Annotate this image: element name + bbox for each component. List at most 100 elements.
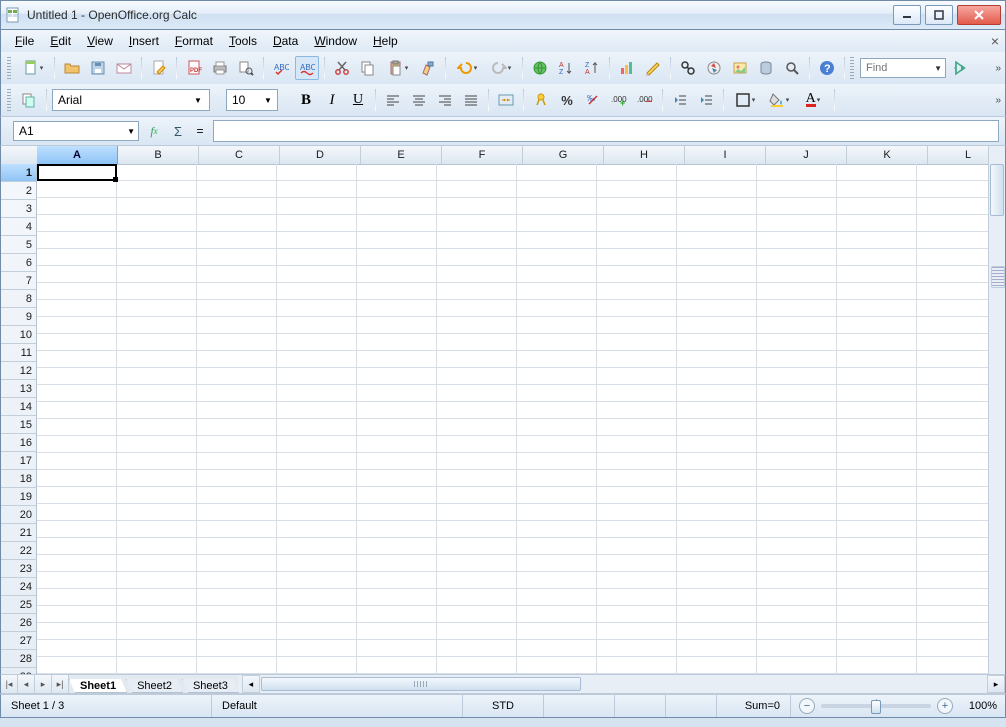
column-header[interactable]: I	[685, 146, 766, 164]
formula-input[interactable]	[213, 120, 999, 142]
tab-next-button[interactable]: ▸	[35, 675, 52, 693]
print-preview-button[interactable]	[234, 56, 258, 80]
chart-button[interactable]	[615, 56, 639, 80]
status-insert-mode[interactable]: STD	[463, 695, 544, 717]
row-header[interactable]: 20	[1, 506, 37, 524]
zoom-slider-knob[interactable]	[871, 700, 881, 714]
column-header[interactable]: G	[523, 146, 604, 164]
open-button[interactable]	[60, 56, 84, 80]
column-header[interactable]: D	[280, 146, 361, 164]
edit-file-button[interactable]	[147, 56, 171, 80]
undo-button[interactable]	[451, 56, 483, 80]
horizontal-scrollbar[interactable]: ◂ ▸	[242, 675, 1005, 693]
row-header[interactable]: 13	[1, 380, 37, 398]
menu-window[interactable]: Window	[306, 32, 365, 50]
sheet-tab[interactable]: Sheet3	[182, 679, 239, 693]
find-toolbar-input[interactable]: ▼	[860, 58, 946, 78]
document-close-icon[interactable]: ×	[991, 33, 999, 49]
menu-help[interactable]: Help	[365, 32, 406, 50]
scroll-marker[interactable]	[991, 266, 1005, 288]
format-paintbrush-button[interactable]	[416, 56, 440, 80]
toolbar-handle[interactable]	[7, 57, 11, 79]
save-button[interactable]	[86, 56, 110, 80]
cell-reference-input[interactable]	[17, 123, 115, 139]
maximize-button[interactable]	[925, 5, 953, 25]
scroll-track[interactable]	[261, 677, 986, 691]
zoom-slider[interactable]	[821, 704, 931, 708]
row-header[interactable]: 26	[1, 614, 37, 632]
status-selection-mode[interactable]	[544, 695, 615, 717]
row-header[interactable]: 23	[1, 560, 37, 578]
vertical-scrollbar[interactable]	[988, 146, 1005, 674]
toolbar-handle[interactable]	[850, 57, 854, 79]
italic-button[interactable]: I	[320, 88, 344, 112]
row-header[interactable]: 3	[1, 200, 37, 218]
underline-button[interactable]: U	[346, 88, 370, 112]
row-header[interactable]: 18	[1, 470, 37, 488]
find-replace-button[interactable]	[676, 56, 700, 80]
row-header[interactable]: 16	[1, 434, 37, 452]
row-header[interactable]: 8	[1, 290, 37, 308]
row-header[interactable]: 12	[1, 362, 37, 380]
increase-indent-button[interactable]	[694, 88, 718, 112]
auto-spellcheck-button[interactable]: ABC	[295, 56, 319, 80]
column-header[interactable]: J	[766, 146, 847, 164]
font-size-combo[interactable]: ▼	[226, 89, 278, 111]
name-box[interactable]: ▼	[13, 121, 139, 141]
menu-data[interactable]: Data	[265, 32, 306, 50]
row-header[interactable]: 25	[1, 596, 37, 614]
standard-format-button[interactable]: ‰	[581, 88, 605, 112]
menu-view[interactable]: View	[79, 32, 121, 50]
tab-last-button[interactable]: ▸|	[52, 675, 69, 693]
paste-button[interactable]	[382, 56, 414, 80]
merge-cells-button[interactable]	[494, 88, 518, 112]
status-pagestyle[interactable]: Default	[212, 695, 463, 717]
sheet-tab[interactable]: Sheet1	[69, 679, 127, 693]
bold-button[interactable]: B	[294, 88, 318, 112]
data-sources-button[interactable]	[754, 56, 778, 80]
select-all-corner[interactable]	[1, 146, 38, 165]
row-header[interactable]: 4	[1, 218, 37, 236]
zoom-value[interactable]: 100%	[959, 700, 997, 712]
dropdown-icon[interactable]: ▼	[264, 96, 272, 105]
row-header[interactable]: 2	[1, 182, 37, 200]
menu-edit[interactable]: Edit	[42, 32, 79, 50]
function-wizard-button[interactable]: fx	[145, 122, 163, 140]
add-decimal-button[interactable]: .000+	[607, 88, 631, 112]
row-header[interactable]: 27	[1, 632, 37, 650]
font-name-input[interactable]	[56, 92, 190, 108]
close-button[interactable]	[957, 5, 1001, 25]
row-header[interactable]: 7	[1, 272, 37, 290]
scroll-right-button[interactable]: ▸	[987, 675, 1005, 693]
menu-file[interactable]: File	[7, 32, 42, 50]
borders-button[interactable]	[729, 88, 761, 112]
row-header[interactable]: 29	[1, 668, 37, 674]
dropdown-icon[interactable]: ▼	[127, 127, 135, 136]
row-header[interactable]: 1	[1, 164, 37, 182]
hyperlink-button[interactable]	[528, 56, 552, 80]
zoom-out-button[interactable]: −	[799, 698, 815, 714]
menu-tools[interactable]: Tools	[221, 32, 265, 50]
tab-prev-button[interactable]: ◂	[18, 675, 35, 693]
minimize-button[interactable]	[893, 5, 921, 25]
row-header[interactable]: 17	[1, 452, 37, 470]
print-button[interactable]	[208, 56, 232, 80]
new-document-button[interactable]	[17, 56, 49, 80]
percent-button[interactable]: %	[555, 88, 579, 112]
find-input[interactable]	[864, 61, 924, 75]
find-dropdown-icon[interactable]: ▼	[934, 64, 942, 73]
menu-format[interactable]: Format	[167, 32, 221, 50]
email-button[interactable]	[112, 56, 136, 80]
font-size-input[interactable]	[230, 92, 260, 108]
scroll-thumb[interactable]	[261, 677, 581, 691]
row-header[interactable]: 10	[1, 326, 37, 344]
redo-button[interactable]	[485, 56, 517, 80]
spellcheck-button[interactable]: ABC	[269, 56, 293, 80]
row-header[interactable]: 21	[1, 524, 37, 542]
column-header[interactable]: C	[199, 146, 280, 164]
status-sum[interactable]: Sum=0	[717, 695, 791, 717]
cell-grid[interactable]	[37, 164, 989, 674]
row-header[interactable]: 5	[1, 236, 37, 254]
help-button[interactable]: ?	[815, 56, 839, 80]
row-header[interactable]: 6	[1, 254, 37, 272]
